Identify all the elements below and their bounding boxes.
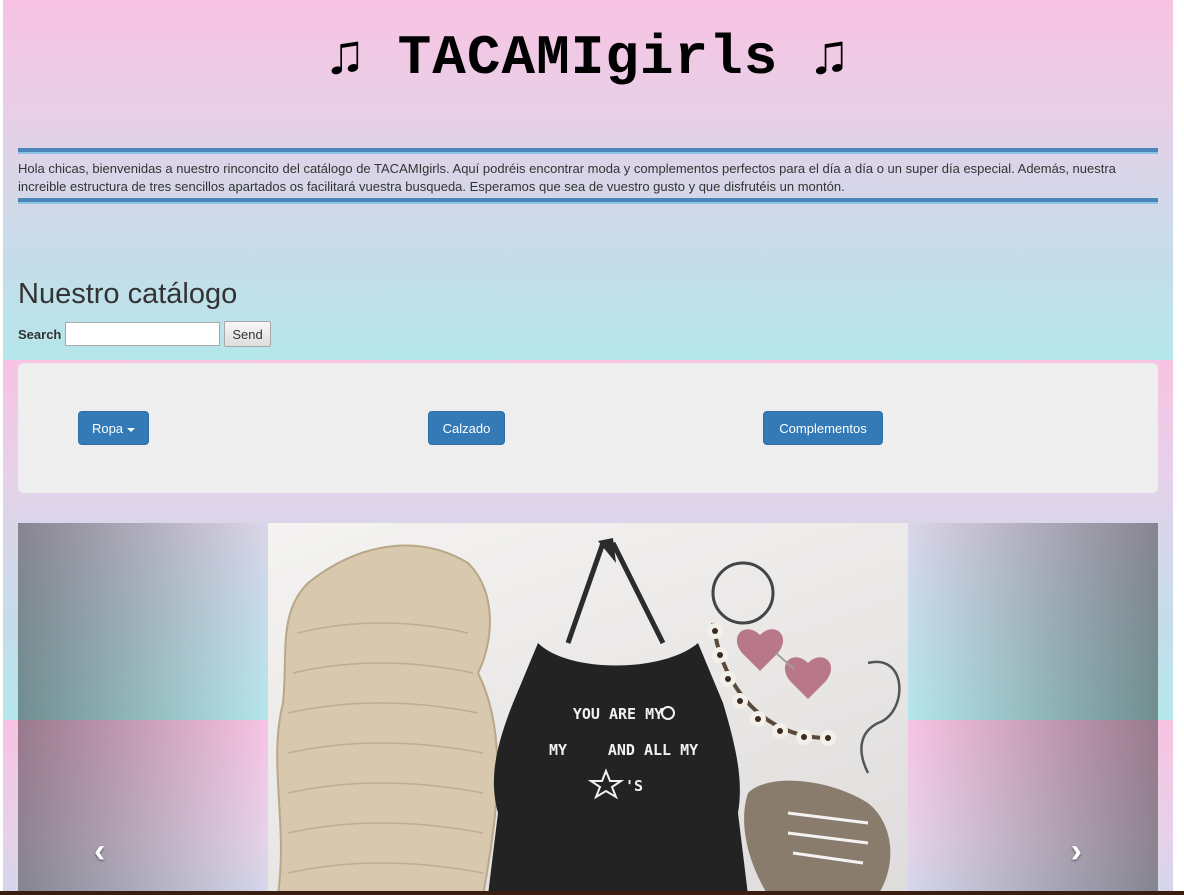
calzado-button-label: Calzado: [442, 421, 491, 436]
intro-box: Hola chicas, bienvenidas a nuestro rinco…: [18, 148, 1158, 208]
caret-down-icon: [127, 427, 136, 432]
sneaker: [744, 780, 891, 893]
chevron-right-icon: ›: [1070, 832, 1082, 870]
heart-sunglasses: [736, 629, 832, 699]
shirt-text-line-4: 'S: [625, 777, 643, 795]
page: ♫ TACAMIgirls ♫ Hola chicas, bienvenidas…: [3, 0, 1173, 893]
intro-text: Hola chicas, bienvenidas a nuestro rinco…: [18, 161, 1116, 194]
divider: [18, 198, 1158, 204]
catalog-heading: Nuestro catálogo: [18, 278, 238, 310]
shirt-text-line-1: YOU ARE MY: [573, 705, 663, 723]
search-input[interactable]: [65, 322, 221, 346]
search-form: Search Send: [18, 321, 271, 347]
send-button[interactable]: Send: [224, 321, 271, 347]
window-bottom-edge: [0, 891, 1184, 895]
carousel-next-control[interactable]: ›: [908, 523, 1158, 893]
search-label: Search: [18, 326, 62, 342]
site-title: ♫ TACAMIgirls ♫: [328, 26, 848, 90]
category-nav: Ropa Calzado Complementos: [18, 363, 1158, 493]
outfit-illustration: YOU ARE MY MY AND ALL MY 'S: [276, 538, 901, 893]
shirt-text-line-3: AND ALL MY: [608, 741, 698, 759]
divider: [18, 148, 1158, 154]
carousel-prev-control[interactable]: ‹: [18, 523, 268, 893]
complementos-button[interactable]: Complementos: [763, 411, 883, 445]
ropa-button-label: Ropa: [91, 421, 124, 436]
calzado-button[interactable]: Calzado: [428, 411, 505, 445]
chevron-left-icon: ‹: [94, 832, 106, 870]
shirt-text-line-2: MY: [549, 741, 567, 759]
carousel-slide-image: YOU ARE MY MY AND ALL MY 'S: [268, 523, 908, 893]
ropa-dropdown-button[interactable]: Ropa: [78, 411, 149, 445]
image-carousel: YOU ARE MY MY AND ALL MY 'S ‹ ›: [18, 523, 1158, 893]
complementos-button-label: Complementos: [779, 421, 867, 436]
